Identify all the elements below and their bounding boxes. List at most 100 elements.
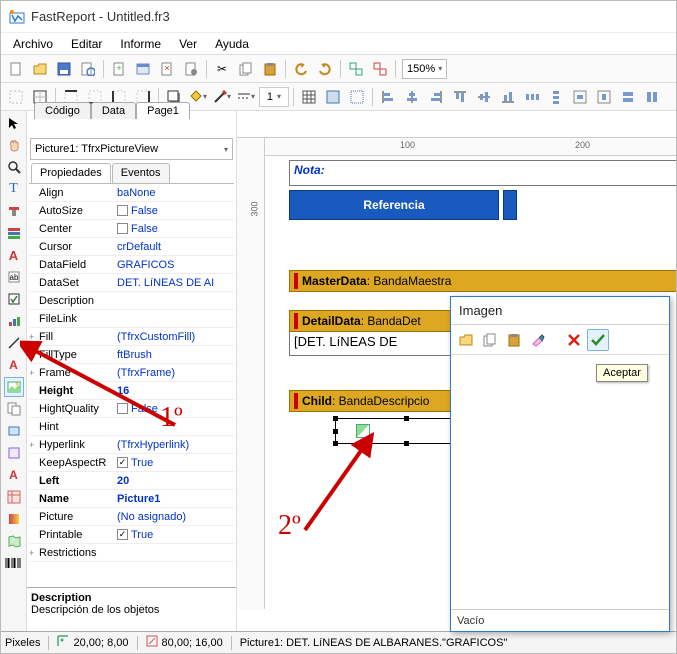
checkbox-icon[interactable]: ✓ <box>117 529 128 540</box>
preview-button[interactable] <box>77 58 99 80</box>
prop-printable-v[interactable]: ✓True <box>117 527 234 542</box>
ole-tool[interactable] <box>4 443 24 463</box>
dlg-open-button[interactable] <box>455 329 477 351</box>
group-button[interactable] <box>345 58 367 80</box>
masterdata-band[interactable]: MasterData: BandaMaestra <box>289 270 676 292</box>
ungroup-button[interactable] <box>369 58 391 80</box>
align-top-button[interactable] <box>449 86 471 108</box>
hand-tool[interactable] <box>4 135 24 155</box>
chart-tool[interactable] <box>4 311 24 331</box>
prop-left-v[interactable]: 20 <box>117 473 234 488</box>
text-tool[interactable]: T <box>4 179 24 199</box>
richtext-tool[interactable]: A <box>4 355 24 375</box>
menu-archivo[interactable]: Archivo <box>5 35 61 53</box>
dlg-accept-button[interactable] <box>587 329 609 351</box>
space-h-button[interactable] <box>521 86 543 108</box>
prop-autosize-v[interactable]: False <box>117 203 234 218</box>
zoom-tool[interactable] <box>4 157 24 177</box>
checkbox-icon[interactable] <box>117 223 128 234</box>
subreport-tool[interactable] <box>4 399 24 419</box>
resize-handle-w[interactable] <box>333 429 338 434</box>
prop-frame-k[interactable]: Frame <box>29 365 117 380</box>
prop-picture-v[interactable]: (No asignado) <box>117 509 234 524</box>
sysmemo-tool[interactable]: ab <box>4 267 24 287</box>
pagesettings-button[interactable] <box>180 58 202 80</box>
redo-button[interactable] <box>314 58 336 80</box>
prop-height-v[interactable]: 16 <box>117 383 234 398</box>
undo-button[interactable] <box>290 58 312 80</box>
samewidth-button[interactable] <box>617 86 639 108</box>
map-tool[interactable] <box>4 531 24 551</box>
save-button[interactable] <box>53 58 75 80</box>
prop-hyperlink-v[interactable]: (TfrxHyperlink) <box>117 437 234 452</box>
fillcolor-button[interactable]: ▾ <box>187 86 209 108</box>
referencia-header[interactable]: Referencia <box>289 190 499 220</box>
dlg-copy-button[interactable] <box>479 329 501 351</box>
new-button[interactable] <box>5 58 27 80</box>
crosstab-tool[interactable] <box>4 487 24 507</box>
newpage-button[interactable]: + <box>108 58 130 80</box>
checkbox-icon[interactable] <box>117 403 128 414</box>
space-v-button[interactable] <box>545 86 567 108</box>
dlg-clear-button[interactable] <box>527 329 549 351</box>
open-button[interactable] <box>29 58 51 80</box>
prop-restrictions-v[interactable] <box>117 545 234 560</box>
center-v-button[interactable] <box>593 86 615 108</box>
line-tool[interactable] <box>4 333 24 353</box>
referencia-header-2[interactable] <box>503 190 517 220</box>
prop-cursor-v[interactable]: crDefault <box>117 239 234 254</box>
resize-handle-n[interactable] <box>404 416 409 421</box>
prop-center-v[interactable]: False <box>117 221 234 236</box>
align-center-h-button[interactable] <box>401 86 423 108</box>
richtext2-tool[interactable]: A <box>4 465 24 485</box>
checkbox-tool[interactable] <box>4 289 24 309</box>
picture-tool[interactable] <box>4 377 24 397</box>
menu-informe[interactable]: Informe <box>112 35 169 53</box>
prop-keepaspect-v[interactable]: ✓True <box>117 455 234 470</box>
child-band[interactable]: Child: BandaDescripcio <box>289 390 465 412</box>
detail-memo[interactable]: [DET. LíNEAS DE <box>289 332 465 356</box>
prop-name-v[interactable]: Picture1 <box>117 491 234 506</box>
newdialog-button[interactable] <box>132 58 154 80</box>
resize-handle-s[interactable] <box>404 441 409 446</box>
checkbox-icon[interactable]: ✓ <box>117 457 128 468</box>
tab-data[interactable]: Data <box>91 111 136 119</box>
checkbox-icon[interactable] <box>117 205 128 216</box>
nota-memo[interactable]: Nota: <box>289 160 676 186</box>
sameheight-button[interactable] <box>641 86 663 108</box>
resize-handle-sw[interactable] <box>333 441 338 446</box>
grid-snap-button[interactable] <box>322 86 344 108</box>
prop-filltype-v[interactable]: ftBrush <box>117 347 234 362</box>
copy-button[interactable] <box>235 58 257 80</box>
linewidth-combo[interactable]: 1▾ <box>259 87 289 107</box>
gridalign-button[interactable] <box>346 86 368 108</box>
align-middle-button[interactable] <box>473 86 495 108</box>
resize-handle-nw[interactable] <box>333 416 338 421</box>
prop-hightquality-v[interactable]: False <box>117 401 234 416</box>
border-none-button[interactable] <box>5 86 27 108</box>
object-selector[interactable]: Picture1: TfrxPictureView ▾ <box>30 138 233 160</box>
band-tool[interactable] <box>4 223 24 243</box>
tab-propiedades[interactable]: Propiedades <box>31 163 111 183</box>
zoom-combo[interactable]: 150% ▾ <box>402 59 447 79</box>
menu-ayuda[interactable]: Ayuda <box>207 35 257 53</box>
prop-filelink-v[interactable] <box>117 311 234 326</box>
align-left-button[interactable] <box>377 86 399 108</box>
cut-button[interactable]: ✂ <box>211 58 233 80</box>
pointer-tool[interactable] <box>4 113 24 133</box>
prop-dataset-v[interactable]: DET. LíNEAS DE AI <box>117 275 234 290</box>
menu-ver[interactable]: Ver <box>171 35 205 53</box>
memo-tool[interactable]: A <box>4 245 24 265</box>
delpage-button[interactable]: × <box>156 58 178 80</box>
prop-hint-v[interactable] <box>117 419 234 434</box>
prop-align-v[interactable]: baNone <box>117 185 234 200</box>
paste-button[interactable] <box>259 58 281 80</box>
dlg-cancel-button[interactable] <box>563 329 585 351</box>
dlg-paste-button[interactable] <box>503 329 525 351</box>
prop-description-v[interactable] <box>117 293 234 308</box>
linecolor-button[interactable]: ▾ <box>211 86 233 108</box>
detaildata-band[interactable]: DetailData: BandaDet <box>289 310 465 332</box>
tab-eventos[interactable]: Eventos <box>112 163 170 183</box>
tab-codigo[interactable]: Código <box>34 111 91 119</box>
prop-fill-k[interactable]: Fill <box>29 329 117 344</box>
